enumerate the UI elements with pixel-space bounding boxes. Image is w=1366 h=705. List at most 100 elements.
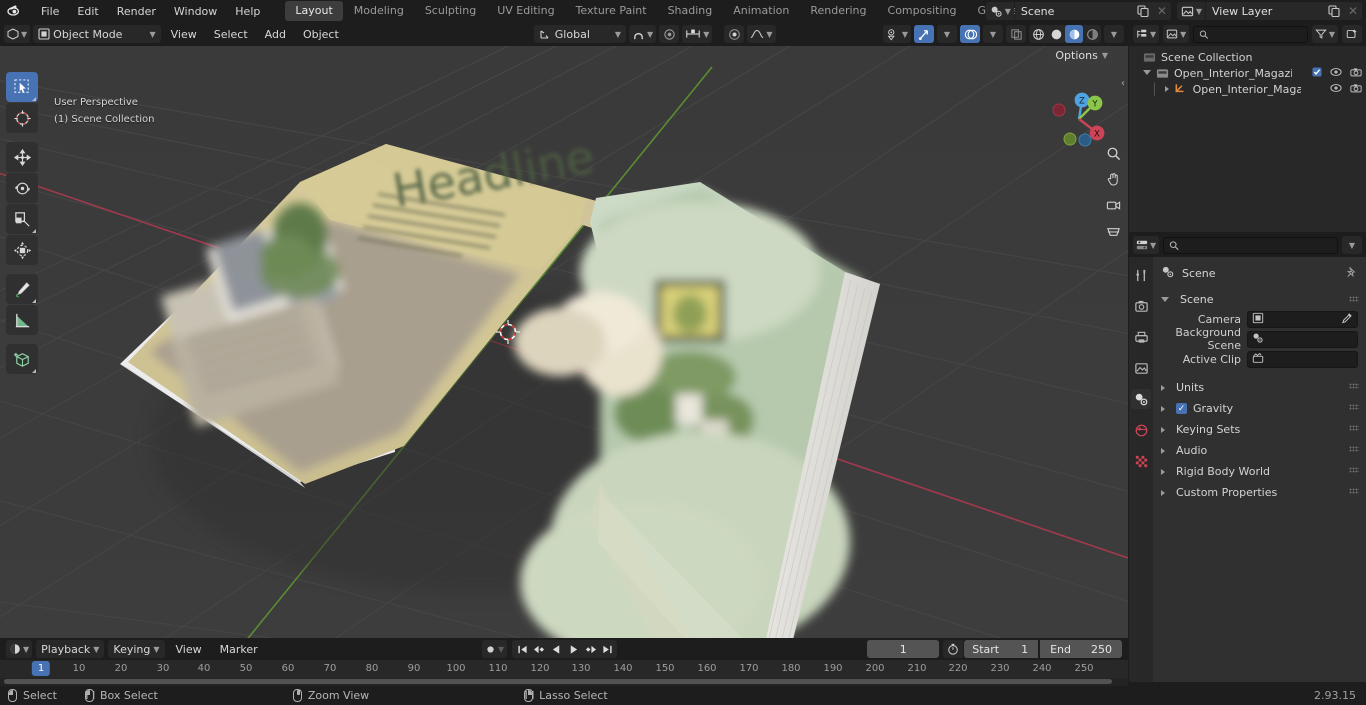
frame-end-value[interactable]: 250	[1079, 640, 1122, 658]
navigation-gizmo[interactable]: Z Y X	[1042, 82, 1116, 156]
expand-triangle-icon[interactable]	[1143, 70, 1151, 78]
3d-viewport[interactable]: Headline ▼ Object Mode ▼ View Select Add…	[0, 22, 1128, 638]
xray-toggle[interactable]	[1006, 25, 1026, 43]
show-gizmo-toggle[interactable]	[914, 25, 934, 43]
next-keyframe-button[interactable]	[582, 640, 598, 658]
shading-rendered-button[interactable]	[1083, 25, 1101, 43]
current-frame-field[interactable]: 1	[867, 640, 940, 658]
tool-rotate[interactable]	[6, 173, 38, 203]
workspace-tab-sculpting[interactable]: Sculpting	[415, 1, 486, 21]
outliner-filter-button[interactable]: ▼	[1311, 25, 1338, 43]
workspace-tab-layout[interactable]: Layout	[285, 1, 343, 21]
expand-triangle-icon[interactable]	[1161, 426, 1165, 433]
properties-tab-scene[interactable]	[1131, 389, 1151, 409]
auto-keying-toggle[interactable]: ▼	[482, 640, 508, 658]
tool-add-cube[interactable]	[6, 344, 38, 374]
viewport-menu-view[interactable]: View	[164, 26, 204, 43]
shading-material-preview-button[interactable]	[1065, 25, 1083, 43]
workspace-tab-texture-paint[interactable]: Texture Paint	[566, 1, 657, 21]
toggle-orthographic-button[interactable]	[1102, 220, 1124, 242]
tool-annotate[interactable]	[6, 274, 38, 304]
tool-cursor[interactable]	[6, 103, 38, 133]
section-rigid-body-world[interactable]: Rigid Body World	[1153, 461, 1366, 482]
menu-edit[interactable]: Edit	[68, 3, 107, 20]
menu-file[interactable]: File	[32, 3, 68, 20]
section-custom-properties[interactable]: Custom Properties	[1153, 482, 1366, 503]
properties-tab-tool[interactable]	[1131, 265, 1151, 285]
timeline-scrollbar-track[interactable]	[0, 678, 1128, 686]
frame-start-label[interactable]: Start	[964, 640, 1008, 658]
snap-magnet-button[interactable]: ▼	[629, 25, 657, 43]
collection-checkbox[interactable]	[1312, 66, 1322, 80]
outliner-display-mode-button[interactable]: ▼	[1163, 25, 1190, 43]
tool-scale[interactable]	[6, 204, 38, 234]
outliner-new-collection-button[interactable]	[1342, 25, 1362, 43]
tool-transform[interactable]	[6, 235, 38, 265]
object-mode-dropdown[interactable]: Object Mode ▼	[33, 25, 161, 43]
expand-triangle-icon[interactable]	[1161, 447, 1165, 454]
previous-keyframe-button[interactable]	[531, 640, 547, 658]
view-layer-new-button[interactable]	[1324, 2, 1344, 20]
gizmo-dropdown[interactable]: ▼	[937, 25, 957, 43]
timeline-menu-marker[interactable]: Marker	[213, 641, 265, 658]
tool-measure[interactable]	[6, 305, 38, 335]
pan-view-button[interactable]	[1102, 168, 1124, 190]
outliner-filter-text[interactable]	[1212, 27, 1302, 41]
play-button[interactable]	[565, 640, 581, 658]
outliner-row-scene-collection[interactable]: Scene Collection	[1129, 49, 1366, 65]
view-layer-selector[interactable]: ▼ View Layer ✕	[1176, 2, 1362, 20]
section-keying-sets[interactable]: Keying Sets	[1153, 419, 1366, 440]
playback-dropdown[interactable]: Playback ▼	[36, 640, 105, 658]
frame-start-value[interactable]: 1	[1007, 640, 1039, 658]
menu-render[interactable]: Render	[108, 3, 165, 20]
viewport-sidebar-toggle[interactable]: ‹	[1118, 72, 1128, 94]
jump-to-end-button[interactable]	[599, 640, 615, 658]
outliner-editor[interactable]: ▼ ▼ ▼ Scene Collection Open_Interior_Mag…	[1129, 22, 1366, 232]
active-clip-field[interactable]	[1247, 350, 1358, 368]
editor-type-button[interactable]: ▼	[4, 25, 31, 43]
expand-triangle-icon[interactable]	[1161, 384, 1165, 391]
scene-selector[interactable]: ▼ Scene ✕	[985, 2, 1171, 20]
expand-triangle-icon[interactable]	[1161, 405, 1165, 412]
workspace-tab-shading[interactable]: Shading	[658, 1, 723, 21]
camera-icon[interactable]	[1350, 67, 1362, 80]
section-audio[interactable]: Audio	[1153, 440, 1366, 461]
outliner-search-input[interactable]	[1193, 25, 1308, 43]
toggle-camera-view-button[interactable]	[1102, 194, 1124, 216]
properties-tab-texture[interactable]	[1131, 451, 1151, 471]
scene-panel-header[interactable]: Scene	[1153, 290, 1366, 309]
viewport-menu-select[interactable]: Select	[207, 26, 255, 43]
show-overlays-toggle[interactable]	[960, 25, 980, 43]
scene-browse-button[interactable]: ▼	[985, 2, 1014, 20]
gravity-checkbox[interactable]: ✓	[1176, 403, 1187, 414]
section-units[interactable]: Units	[1153, 377, 1366, 398]
eye-icon[interactable]	[1330, 83, 1342, 96]
view-layer-remove-button[interactable]: ✕	[1344, 2, 1362, 20]
frame-end-label[interactable]: End	[1040, 640, 1079, 658]
scene-name-field[interactable]: Scene	[1014, 2, 1133, 20]
eyedropper-icon[interactable]	[1341, 312, 1353, 327]
background-scene-field[interactable]	[1247, 330, 1358, 348]
blender-logo-icon[interactable]	[6, 2, 24, 20]
timeline-scrollbar-thumb[interactable]	[4, 679, 1112, 684]
timeline-editor-type-button[interactable]: ▼	[6, 640, 33, 658]
proportional-editing-toggle[interactable]	[724, 25, 745, 43]
view-layer-name-field[interactable]: View Layer	[1206, 2, 1324, 20]
properties-editor[interactable]: ▼ ▼ Scene Scene Camera Background Scene …	[1129, 233, 1366, 682]
properties-filter-text[interactable]	[1183, 238, 1332, 252]
menu-window[interactable]: Window	[165, 3, 226, 20]
object-visibility-dropdown[interactable]: ▼	[882, 25, 911, 43]
menu-help[interactable]: Help	[226, 3, 269, 20]
timeline-playhead[interactable]: 1	[31, 661, 51, 676]
viewport-menu-object[interactable]: Object	[296, 26, 346, 43]
viewport-options-dropdown[interactable]: Options ▼	[1049, 47, 1114, 64]
properties-tab-output[interactable]	[1131, 327, 1151, 347]
timeline-editor[interactable]: ▼ Playback ▼ Keying ▼ View Marker ▼ 1 St…	[0, 638, 1128, 686]
camera-icon[interactable]	[1350, 83, 1362, 96]
keying-dropdown[interactable]: Keying ▼	[108, 640, 165, 658]
pin-icon[interactable]	[1345, 266, 1358, 282]
view-layer-browse-button[interactable]: ▼	[1176, 2, 1205, 20]
shading-solid-button[interactable]	[1047, 25, 1065, 43]
properties-editor-type-button[interactable]: ▼	[1133, 236, 1160, 254]
properties-tab-view-layer[interactable]	[1131, 358, 1151, 378]
